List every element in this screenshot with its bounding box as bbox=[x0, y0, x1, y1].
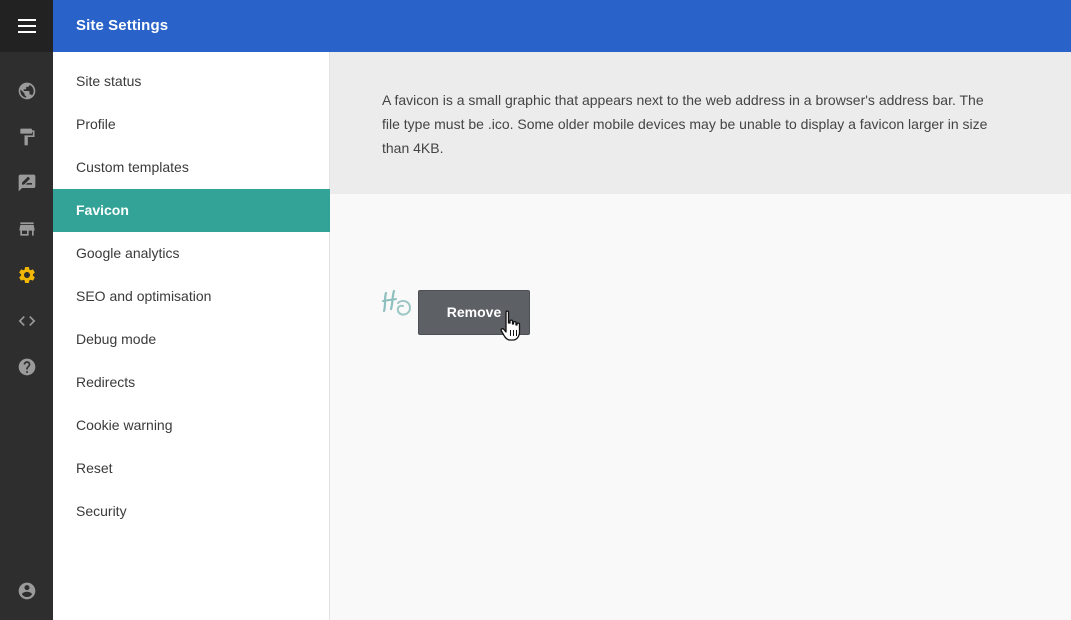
menu-item-seo[interactable]: SEO and optimisation bbox=[53, 275, 330, 318]
menu-item-cookie-warning[interactable]: Cookie warning bbox=[53, 404, 330, 447]
code-icon bbox=[18, 316, 35, 326]
rail-item-help[interactable] bbox=[0, 344, 53, 390]
rail-item-store[interactable] bbox=[0, 206, 53, 252]
info-panel: A favicon is a small graphic that appear… bbox=[330, 52, 1071, 194]
menu-item-site-status[interactable]: Site status bbox=[53, 60, 330, 103]
app-header: Site Settings bbox=[53, 0, 1071, 52]
menu-item-profile[interactable]: Profile bbox=[53, 103, 330, 146]
account-icon bbox=[18, 582, 35, 600]
rail-item-settings[interactable] bbox=[0, 252, 53, 298]
menu-item-reset[interactable]: Reset bbox=[53, 447, 330, 490]
menu-item-google-analytics[interactable]: Google analytics bbox=[53, 232, 330, 275]
store-icon bbox=[19, 222, 34, 236]
settings-menu: Site status Profile Custom templates Fav… bbox=[53, 52, 330, 620]
menu-item-redirects[interactable]: Redirects bbox=[53, 361, 330, 404]
help-icon bbox=[18, 358, 35, 376]
rail-item-site[interactable] bbox=[0, 68, 53, 114]
left-rail bbox=[0, 0, 53, 620]
rail-item-code[interactable] bbox=[0, 298, 53, 344]
rail-item-design[interactable] bbox=[0, 114, 53, 160]
menu-item-debug-mode[interactable]: Debug mode bbox=[53, 318, 330, 361]
menu-button[interactable] bbox=[0, 0, 53, 52]
page-title: Site Settings bbox=[76, 17, 169, 34]
hand-pointer-icon bbox=[500, 310, 521, 341]
main-content: A favicon is a small graphic that appear… bbox=[330, 52, 1071, 620]
favicon-description: A favicon is a small graphic that appear… bbox=[382, 92, 988, 156]
menu-item-security[interactable]: Security bbox=[53, 490, 330, 533]
rail-item-account[interactable] bbox=[0, 568, 53, 614]
menu-item-custom-templates[interactable]: Custom templates bbox=[53, 146, 330, 189]
gear-icon bbox=[18, 267, 35, 283]
menu-icon bbox=[17, 19, 36, 33]
paint-roller-icon bbox=[19, 128, 34, 146]
rail-item-content[interactable] bbox=[0, 160, 53, 206]
globe-icon bbox=[18, 82, 35, 100]
edit-comment-icon bbox=[18, 174, 35, 192]
favicon-preview bbox=[382, 289, 412, 316]
menu-item-favicon[interactable]: Favicon bbox=[53, 189, 330, 232]
